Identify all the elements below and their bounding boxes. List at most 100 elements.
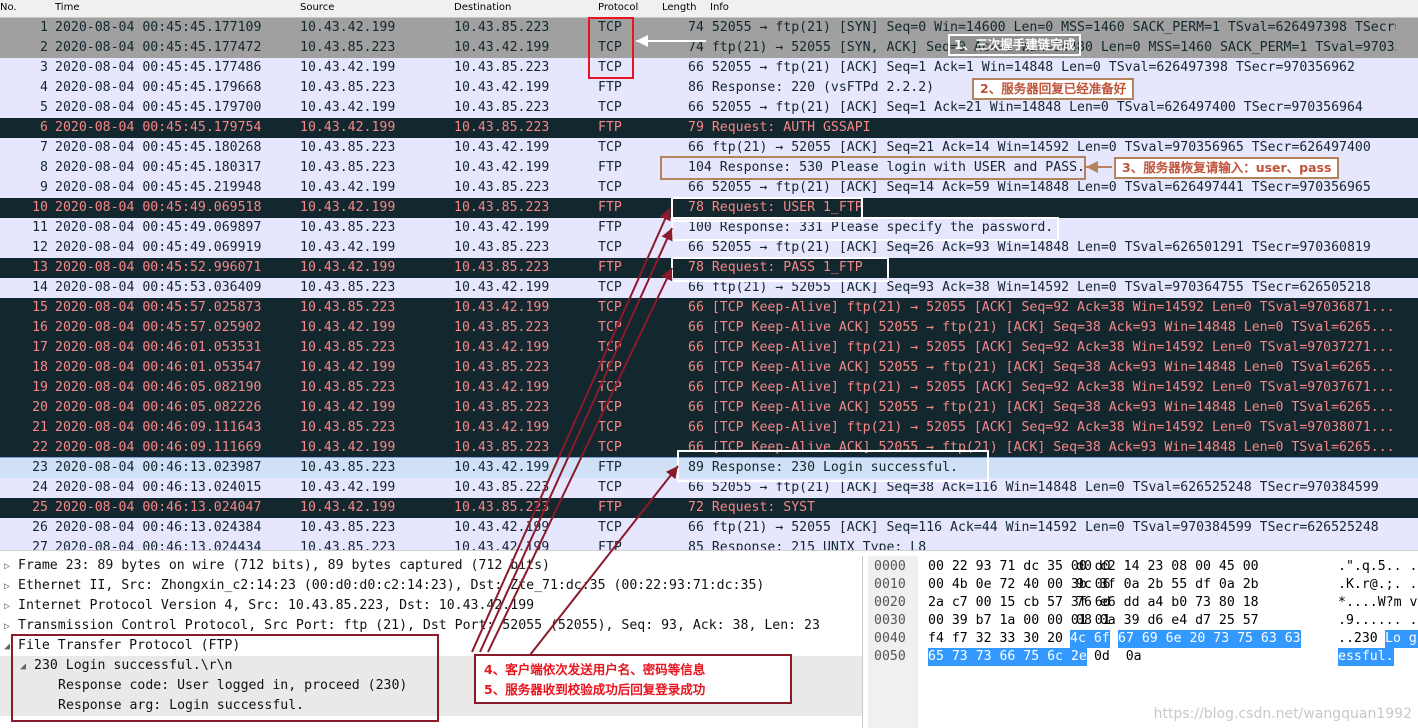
cell-proto: TCP <box>598 440 622 455</box>
cell-dst: 10.43.85.223 <box>454 200 550 215</box>
cell-info: 66 52055 → ftp(21) [ACK] Seq=14 Ack=59 W… <box>688 180 1371 195</box>
cell-time: 2020-08-04 00:46:05.082226 <box>55 400 262 415</box>
cell-proto: TCP <box>598 100 622 115</box>
cell-proto: FTP <box>598 460 622 475</box>
hex-bytes[interactable]: .K.r@.;. .?.+U..+ <box>1338 576 1418 594</box>
hex-bytes-selected[interactable]: 4c 6f <box>1070 630 1110 648</box>
cell-src: 10.43.42.199 <box>300 60 396 75</box>
column-no[interactable]: No. <box>0 2 17 13</box>
cell-no: 3 <box>40 60 48 75</box>
hex-bytes[interactable]: *....W?m v....s.. <box>1338 594 1418 612</box>
hex-bytes[interactable]: ..230 <box>1338 630 1386 648</box>
table-row[interactable]: 2 2020-08-04 00:45:45.177472 10.43.85.223 1… <box>0 38 1418 58</box>
cell-info: 66 ftp(21) → 52055 [ACK] Seq=21 Ack=14 W… <box>688 140 1371 155</box>
cell-no: 26 <box>32 520 48 535</box>
column-destination[interactable]: Destination <box>454 2 511 13</box>
cell-info: 79 Request: AUTH GSSAPI <box>688 120 871 135</box>
cell-no: 15 <box>32 300 48 315</box>
cell-time: 2020-08-04 00:46:09.111643 <box>55 420 262 435</box>
hex-bytes-selected[interactable]: essful. <box>1338 648 1394 666</box>
hex-bytes-selected[interactable]: Lo gin succ <box>1385 630 1418 648</box>
cell-src: 10.43.85.223 <box>300 160 396 175</box>
column-source[interactable]: Source <box>300 2 334 13</box>
cell-dst: 10.43.85.223 <box>454 180 550 195</box>
table-row[interactable]: 21 2020-08-04 00:46:09.111643 10.43.85.223… <box>0 418 1418 438</box>
column-protocol[interactable]: Protocol <box>598 2 638 13</box>
cell-src: 10.43.85.223 <box>300 140 396 155</box>
table-row[interactable]: 4 2020-08-04 00:45:45.179668 10.43.85.223 1… <box>0 78 1418 98</box>
cell-time: 2020-08-04 00:46:13.023987 <box>55 460 262 475</box>
cell-dst: 10.43.85.223 <box>454 500 550 515</box>
hex-offset: 0040 <box>874 631 906 646</box>
expand-toggle-icon[interactable]: ▷ <box>4 557 18 577</box>
table-row[interactable]: 3 2020-08-04 00:45:45.177486 10.43.42.199 1… <box>0 58 1418 78</box>
cell-no: 18 <box>32 360 48 375</box>
table-row[interactable]: 26 2020-08-04 00:46:13.024384 10.43.85.223… <box>0 518 1418 538</box>
hex-bytes[interactable]: 0d 0a <box>1086 648 1142 666</box>
hex-bytes[interactable]: 76 e6 dd a4 b0 73 80 18 <box>1076 594 1259 612</box>
cell-src: 10.43.85.223 <box>300 520 396 535</box>
cell-proto: TCP <box>598 360 622 375</box>
hex-bytes[interactable]: 9c 3f 0a 2b 55 df 0a 2b <box>1076 576 1259 594</box>
table-row[interactable]: 1 2020-08-04 00:45:45.177109 10.43.42.199 1… <box>0 18 1418 38</box>
table-row[interactable]: 6 2020-08-04 00:45:45.179754 10.43.42.199 1… <box>0 118 1418 138</box>
cell-dst: 10.43.42.199 <box>454 520 550 535</box>
table-row[interactable]: 18 2020-08-04 00:46:01.053547 10.43.42.199… <box>0 358 1418 378</box>
cell-src: 10.43.42.199 <box>300 20 396 35</box>
column-time[interactable]: Time <box>55 2 79 13</box>
hex-bytes[interactable]: .".q.5.. ...#..E. <box>1338 558 1418 576</box>
hex-bytes[interactable]: d0 c2 14 23 08 00 45 00 <box>1076 558 1259 576</box>
cell-no: 27 <box>32 540 48 550</box>
detail-line[interactable]: ▷ Ethernet II, Src: Zhongxin_c2:14:23 (00… <box>4 576 764 596</box>
cell-time: 2020-08-04 00:46:13.024047 <box>55 500 262 515</box>
table-row[interactable]: 12 2020-08-04 00:45:49.069919 10.43.42.199… <box>0 238 1418 258</box>
table-row[interactable]: 27 2020-08-04 00:46:13.024434 10.43.85.223… <box>0 538 1418 550</box>
column-info[interactable]: Info <box>710 2 729 13</box>
cell-no: 21 <box>32 420 48 435</box>
table-row[interactable]: 9 2020-08-04 00:45:45.219948 10.43.42.199 1… <box>0 178 1418 198</box>
table-row[interactable]: 7 2020-08-04 00:45:45.180268 10.43.85.223 1… <box>0 138 1418 158</box>
table-row[interactable]: 25 2020-08-04 00:46:13.024047 10.43.42.199… <box>0 498 1418 518</box>
cell-dst: 10.43.42.199 <box>454 420 550 435</box>
cell-dst: 10.43.85.223 <box>454 260 550 275</box>
cell-no: 24 <box>32 480 48 495</box>
table-row[interactable]: 15 2020-08-04 00:45:57.025873 10.43.85.223… <box>0 298 1418 318</box>
cell-info: 66 [TCP Keep-Alive] ftp(21) → 52055 [ACK… <box>688 340 1395 355</box>
cell-proto: FTP <box>598 200 622 215</box>
cell-time: 2020-08-04 00:46:01.053531 <box>55 340 262 355</box>
detail-line[interactable]: ▷ Transmission Control Protocol, Src Port… <box>4 616 820 636</box>
cell-dst: 10.43.42.199 <box>454 540 550 550</box>
table-row[interactable]: 5 2020-08-04 00:45:45.179700 10.43.42.199 1… <box>0 98 1418 118</box>
hex-bytes-selected[interactable]: 65 73 73 66 75 6c 2e <box>928 648 1087 666</box>
detail-line[interactable]: ▷ Frame 23: 89 bytes on wire (712 bits), … <box>4 556 550 576</box>
hex-bytes[interactable]: .9...... ..9...%W <box>1338 612 1418 630</box>
detail-line[interactable]: ▷ Internet Protocol Version 4, Src: 10.43… <box>4 596 534 616</box>
hex-bytes[interactable]: f4 f7 32 33 30 20 <box>928 630 1063 648</box>
cell-src: 10.43.42.199 <box>300 500 396 515</box>
cell-no: 12 <box>32 240 48 255</box>
table-row[interactable]: 17 2020-08-04 00:46:01.053531 10.43.85.223… <box>0 338 1418 358</box>
hex-offset: 0020 <box>874 595 906 610</box>
hex-bytes-selected[interactable]: 67 69 6e 20 73 75 63 63 <box>1118 630 1301 648</box>
cell-src: 10.43.85.223 <box>300 80 396 95</box>
expand-toggle-icon[interactable]: ▷ <box>4 577 18 597</box>
cell-dst: 10.43.42.199 <box>454 140 550 155</box>
cell-proto: TCP <box>598 380 622 395</box>
hex-bytes[interactable]: 08 0a 39 d6 e4 d7 25 57 <box>1076 612 1259 630</box>
column-length[interactable]: Length <box>662 2 697 13</box>
cell-src: 10.43.42.199 <box>300 240 396 255</box>
cell-dst: 10.43.85.223 <box>454 440 550 455</box>
cell-src: 10.43.85.223 <box>300 280 396 295</box>
packet-bytes-pane[interactable]: 0000 00 22 93 71 dc 35 00 d0 d0 c2 14 23 0… <box>868 556 1418 728</box>
cell-no: 23 <box>32 460 48 475</box>
cell-dst: 10.43.85.223 <box>454 360 550 375</box>
table-row[interactable]: 16 2020-08-04 00:45:57.025902 10.43.42.199… <box>0 318 1418 338</box>
detail-text: Transmission Control Protocol, Src Port:… <box>18 618 820 633</box>
expand-toggle-icon[interactable]: ▷ <box>4 597 18 617</box>
table-row[interactable]: 19 2020-08-04 00:46:05.082190 10.43.85.223… <box>0 378 1418 398</box>
cell-no: 19 <box>32 380 48 395</box>
table-row[interactable]: 20 2020-08-04 00:46:05.082226 10.43.42.199… <box>0 398 1418 418</box>
annotation-1: 1、三次握手建链完成 <box>948 34 1082 56</box>
cell-time: 2020-08-04 00:45:49.069518 <box>55 200 262 215</box>
cell-proto: FTP <box>598 220 622 235</box>
